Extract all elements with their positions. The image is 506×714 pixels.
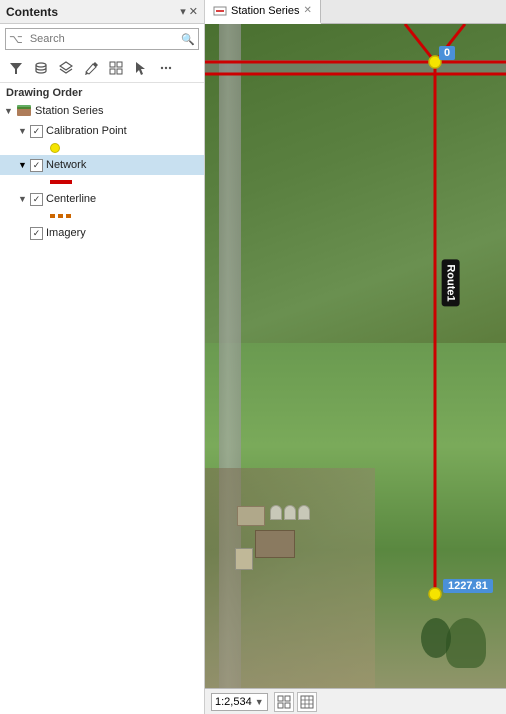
scale-selector[interactable]: 1:2,534 ▼ bbox=[211, 693, 268, 711]
checkbox-network[interactable] bbox=[30, 159, 43, 172]
layer-name-station-series: Station Series bbox=[35, 105, 103, 117]
grid-btn[interactable] bbox=[274, 692, 294, 712]
road-horizontal bbox=[205, 60, 506, 74]
layer-item-centerline[interactable]: ▼ Centerline bbox=[0, 189, 204, 209]
silo-2 bbox=[284, 505, 296, 520]
panel-pin-icon[interactable]: ▾ bbox=[180, 5, 186, 18]
symbol-centerline bbox=[0, 209, 204, 223]
map-tab-station-series[interactable]: Station Series ✕ bbox=[205, 0, 321, 24]
scale-value: 1:2,534 bbox=[215, 696, 252, 708]
silo-1 bbox=[270, 505, 282, 520]
database-tool-btn[interactable] bbox=[30, 57, 52, 79]
panel-title: Contents bbox=[6, 5, 58, 19]
layer-name-centerline: Centerline bbox=[46, 193, 96, 205]
layer-item-station-series[interactable]: ▼ Station Series bbox=[0, 101, 204, 121]
search-input[interactable] bbox=[26, 33, 178, 45]
map-bottom-bar: 1:2,534 ▼ bbox=[205, 688, 506, 714]
bottom-tool-strip bbox=[274, 692, 317, 712]
circle-symbol bbox=[50, 143, 60, 153]
zoom-icon bbox=[300, 695, 314, 709]
layer-name-imagery: Imagery bbox=[46, 227, 86, 239]
search-button[interactable]: 🔍 bbox=[178, 29, 198, 49]
map-tab-icon bbox=[213, 5, 227, 17]
layer-type-icon bbox=[16, 103, 32, 119]
tree-1 bbox=[446, 618, 486, 668]
pencil-tool-btn[interactable] bbox=[80, 57, 102, 79]
zoom-btn[interactable] bbox=[297, 692, 317, 712]
expand-arrow-station-series[interactable]: ▼ bbox=[4, 106, 16, 116]
checkbox-centerline[interactable] bbox=[30, 193, 43, 206]
symbol-network bbox=[0, 175, 204, 189]
field-top bbox=[205, 24, 506, 369]
tree-2 bbox=[421, 618, 451, 658]
toolbar-row bbox=[0, 54, 204, 83]
checkbox-imagery[interactable] bbox=[30, 227, 43, 240]
layer-item-calibration-point[interactable]: ▼ Calibration Point bbox=[0, 121, 204, 141]
checkbox-calibration-point[interactable] bbox=[30, 125, 43, 138]
map-tab-bar: Station Series ✕ bbox=[205, 0, 506, 24]
farm-area bbox=[205, 468, 375, 688]
more-tool-btn[interactable] bbox=[155, 57, 177, 79]
expand-arrow-network[interactable]: ▼ bbox=[18, 160, 30, 170]
filter-icon: ⌥ bbox=[6, 32, 26, 46]
route-label: Route1 bbox=[442, 259, 460, 306]
layer-item-imagery[interactable]: ▶ Imagery bbox=[0, 223, 204, 243]
dashed-line-symbol bbox=[50, 214, 72, 218]
panel-float-icon[interactable]: ✕ bbox=[189, 5, 198, 18]
symbol-calibration-point bbox=[0, 141, 204, 155]
layer-name-calibration-point: Calibration Point bbox=[46, 125, 127, 137]
map-tab-label: Station Series bbox=[231, 5, 299, 17]
farm-building-main bbox=[255, 530, 295, 558]
farm-building-barn bbox=[235, 548, 253, 570]
panel-header: Contents ▾ ✕ bbox=[0, 0, 204, 24]
farm-building-secondary bbox=[237, 506, 265, 526]
panel-header-controls: ▾ ✕ bbox=[180, 5, 198, 18]
grid-tool-btn[interactable] bbox=[105, 57, 127, 79]
map-tab-close-btn[interactable]: ✕ bbox=[303, 5, 311, 16]
map-canvas[interactable]: 0 Route1 1227.81 bbox=[205, 24, 506, 688]
scale-dropdown-icon[interactable]: ▼ bbox=[255, 697, 264, 707]
layer-name-network: Network bbox=[46, 159, 86, 171]
map-area: Station Series ✕ bbox=[205, 0, 506, 714]
layers-tool-btn[interactable] bbox=[55, 57, 77, 79]
layer-tree: ▼ Station Series ▼ Calibration Point ▼ N… bbox=[0, 101, 204, 714]
grid-icon bbox=[277, 695, 291, 709]
expand-arrow-centerline[interactable]: ▼ bbox=[18, 194, 30, 204]
expand-arrow-calibration[interactable]: ▼ bbox=[18, 126, 30, 136]
point-label-top: 0 bbox=[439, 46, 455, 60]
point-label-bottom: 1227.81 bbox=[443, 579, 493, 593]
select-tool-btn[interactable] bbox=[130, 57, 152, 79]
filter-tool-btn[interactable] bbox=[5, 57, 27, 79]
contents-panel: Contents ▾ ✕ ⌥ 🔍 bbox=[0, 0, 205, 714]
layer-item-network[interactable]: ▼ Network bbox=[0, 155, 204, 175]
drawing-order-label: Drawing Order bbox=[0, 83, 204, 101]
line-symbol-red bbox=[50, 180, 72, 184]
search-bar: ⌥ 🔍 bbox=[5, 28, 199, 50]
silo-3 bbox=[298, 505, 310, 520]
